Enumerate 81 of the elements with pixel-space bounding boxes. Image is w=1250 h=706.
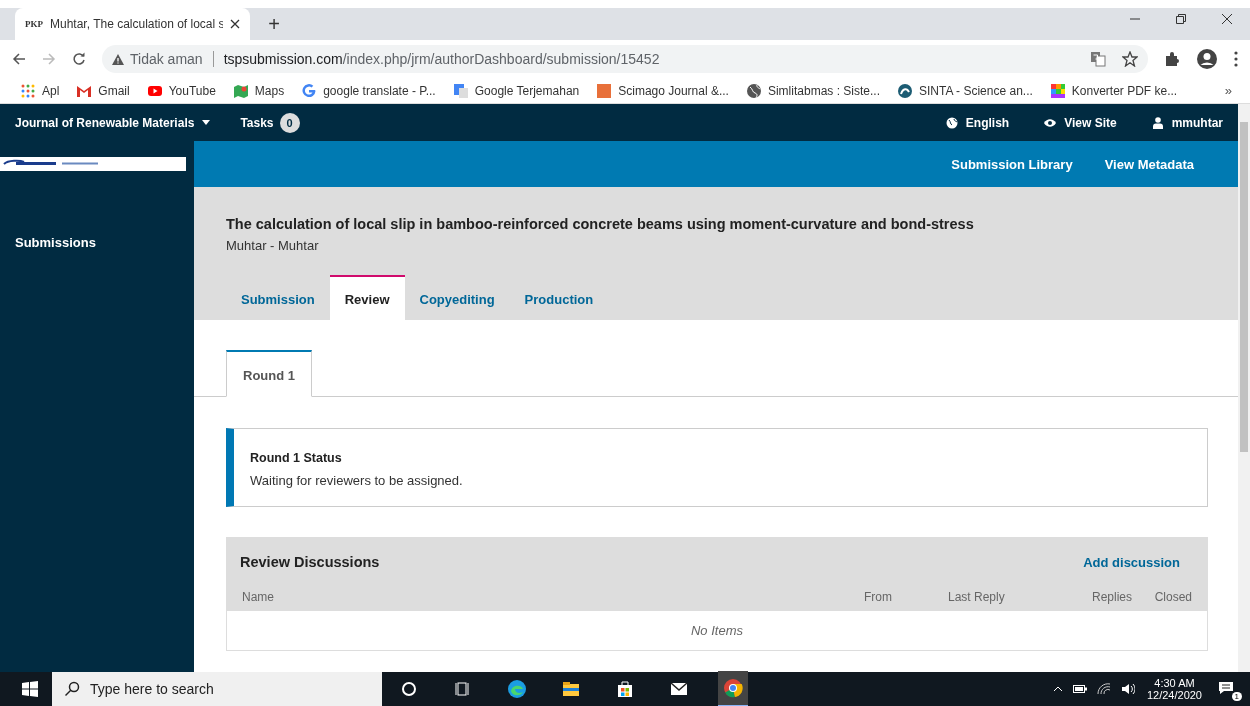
url-text: tspsubmission.com/index.php/jrm/authorDashboard/submission/15452 bbox=[223, 51, 660, 67]
close-icon[interactable] bbox=[1221, 13, 1233, 25]
submission-title: The calculation of local slip in bamboo-reinforced concrete beams using moment-curvature and bond-stress bbox=[226, 216, 975, 232]
column-header: Last Reply bbox=[947, 590, 1006, 604]
column-header: From bbox=[863, 590, 892, 604]
notification-button[interactable]: 1 bbox=[1214, 677, 1242, 701]
battery-icon[interactable] bbox=[1072, 685, 1087, 693]
clock-time[interactable]: 4:30 AM bbox=[1146, 677, 1202, 689]
panel-title: Review Discussions bbox=[240, 554, 380, 570]
task-count-badge: 0 bbox=[279, 112, 300, 133]
globe-icon bbox=[945, 116, 958, 129]
new-tab-button[interactable]: + bbox=[256, 8, 292, 40]
address-field[interactable]: Tidak aman tspsubmission.com/index.php/jrm/authorDashboard/submission/15452 bbox=[102, 45, 1148, 73]
chevron-up-icon[interactable] bbox=[1052, 686, 1063, 692]
menu-icon[interactable] bbox=[1234, 51, 1238, 67]
close-icon[interactable] bbox=[230, 19, 240, 29]
status-title: Round 1 Status bbox=[250, 451, 343, 465]
speaker-icon[interactable] bbox=[1120, 683, 1135, 695]
user-nav-link[interactable]: English bbox=[945, 115, 1010, 130]
column-header: Replies bbox=[1090, 590, 1132, 604]
person-icon bbox=[1151, 116, 1164, 129]
scrollbar[interactable] bbox=[1238, 104, 1250, 672]
bookmark-link[interactable]: YouTube bbox=[146, 82, 216, 99]
status-text: Waiting for reviewers to be assigned. bbox=[250, 473, 464, 488]
header-link[interactable]: View Metadata bbox=[1104, 156, 1194, 172]
taskbar-search-field[interactable]: Type here to search bbox=[52, 672, 382, 706]
stage-tab[interactable]: Review bbox=[329, 275, 405, 320]
scrollbar-thumb[interactable] bbox=[1240, 122, 1248, 452]
bookmark-link[interactable]: Simlitabmas : Siste... bbox=[745, 82, 880, 99]
square-icon bbox=[596, 82, 613, 99]
wifi-icon[interactable] bbox=[1096, 683, 1111, 695]
bookmark-link[interactable]: google translate - P... bbox=[301, 82, 436, 99]
search-icon bbox=[64, 681, 80, 697]
bookmark-link[interactable]: Scimago Journal &... bbox=[596, 82, 729, 99]
eye-icon bbox=[1044, 116, 1057, 129]
windows-logo-icon[interactable] bbox=[22, 681, 38, 697]
empty-message: No Items bbox=[227, 611, 1207, 650]
bookmark-link[interactable]: Gmail bbox=[76, 82, 130, 99]
column-header: Name bbox=[242, 590, 275, 604]
round-tab[interactable]: Round 1 bbox=[226, 350, 312, 397]
back-icon[interactable] bbox=[12, 52, 26, 66]
clock-date[interactable]: 12/24/2020 bbox=[1146, 689, 1202, 701]
bookmark-link[interactable]: Maps bbox=[232, 82, 285, 99]
column-header: Closed bbox=[1153, 590, 1192, 604]
tasks-link[interactable]: Tasks 0 bbox=[240, 112, 300, 133]
map-icon bbox=[232, 82, 249, 99]
sidebar-item[interactable]: Submissions bbox=[0, 235, 194, 250]
star-icon[interactable] bbox=[1122, 51, 1138, 67]
user-nav-link[interactable]: mmuhtar bbox=[1151, 115, 1223, 130]
security-label: Tidak aman bbox=[130, 51, 203, 67]
bookmark-link[interactable]: Apl bbox=[20, 82, 60, 99]
chrome-browser-icon[interactable] bbox=[718, 671, 748, 706]
apps-grid-icon bbox=[20, 82, 36, 99]
submission-authors: Muhtar - Muhtar bbox=[226, 238, 320, 253]
color-grid-icon bbox=[1049, 82, 1066, 99]
bookmark-link[interactable]: Google Terjemahan bbox=[452, 82, 580, 99]
bookmark-link[interactable]: Konverter PDF ke... bbox=[1049, 82, 1178, 99]
translate-icon bbox=[452, 82, 469, 99]
profile-icon[interactable] bbox=[1196, 48, 1218, 70]
more-bookmarks-button[interactable]: » bbox=[1218, 82, 1238, 99]
search-placeholder: Type here to search bbox=[90, 681, 214, 697]
chat-bubble-icon bbox=[1218, 681, 1234, 695]
journal-menu[interactable]: Journal of Renewable Materials bbox=[15, 115, 211, 130]
bookmark-link[interactable]: SINTA - Science an... bbox=[897, 82, 1033, 99]
puzzle-icon[interactable] bbox=[1164, 51, 1180, 67]
circle-logo-icon bbox=[897, 82, 913, 99]
notification-count: 1 bbox=[1231, 692, 1242, 701]
warning-icon bbox=[112, 53, 124, 65]
header-link[interactable]: Submission Library bbox=[951, 156, 1073, 172]
restore-icon[interactable] bbox=[1175, 13, 1187, 25]
caret-icon bbox=[202, 120, 211, 125]
stage-tab[interactable]: Copyediting bbox=[404, 275, 510, 320]
reload-icon[interactable] bbox=[72, 52, 86, 66]
stage-tab[interactable]: Production bbox=[509, 275, 609, 320]
g-letter-icon bbox=[301, 82, 318, 99]
globe-icon bbox=[745, 82, 762, 99]
favicon-text: PKP bbox=[25, 19, 43, 29]
stage-tab[interactable]: Submission bbox=[226, 275, 330, 320]
user-nav-link[interactable]: View Site bbox=[1044, 115, 1117, 130]
translate-icon[interactable] bbox=[1090, 51, 1106, 67]
add-discussion-link[interactable]: Add discussion bbox=[1083, 554, 1180, 570]
